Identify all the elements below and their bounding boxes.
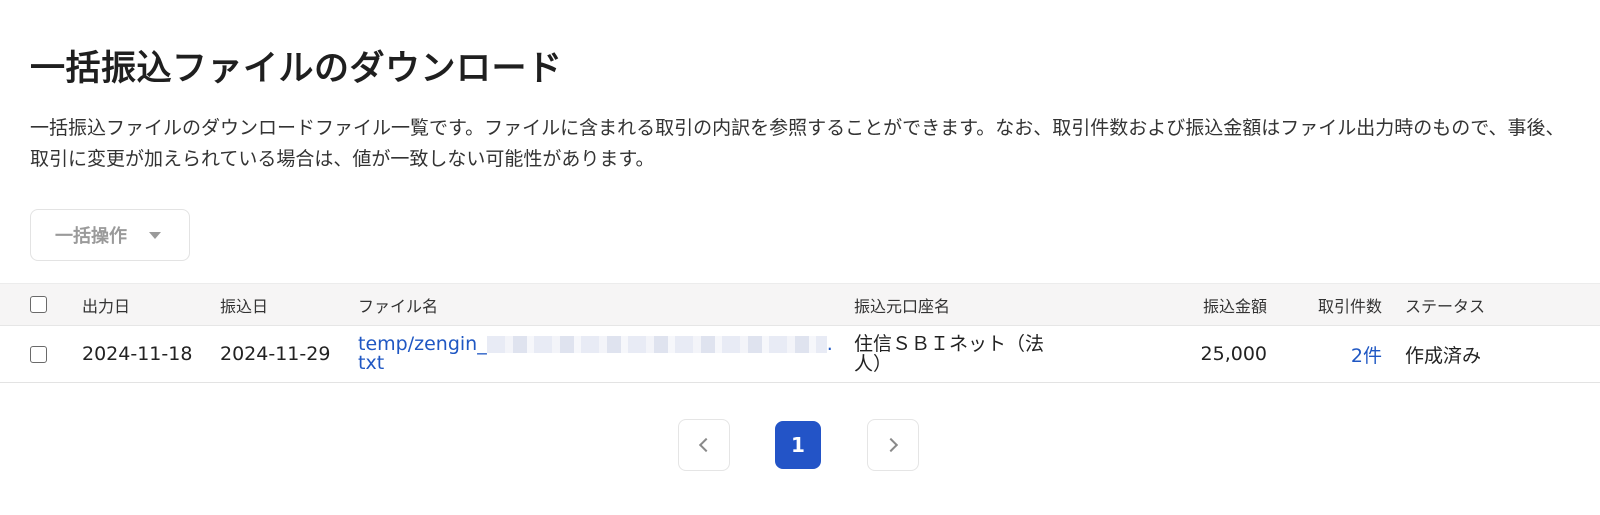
header-transfer-date[interactable]: 振込日 [220, 284, 268, 325]
caret-down-icon [149, 231, 161, 239]
source-account-cell: 住信ＳＢＩネット（法人） [854, 333, 1045, 375]
select-all-cell [30, 284, 47, 325]
chevron-left-icon [698, 437, 714, 453]
next-page-button[interactable] [867, 419, 919, 471]
status-cell: 作成済み [1405, 344, 1482, 367]
transaction-count-link[interactable]: 2件 [1351, 341, 1382, 368]
previous-page-button[interactable] [678, 419, 730, 471]
bulk-action-label: 一括操作 [55, 226, 127, 247]
bulk-action-dropdown[interactable]: 一括操作 [30, 209, 190, 261]
count-cell: 2件 [1280, 326, 1382, 382]
amount-cell: 25,000 [1200, 343, 1267, 365]
file-table: 出力日 振込日 ファイル名 振込元口座名 振込金額 取引件数 ステータス 202… [0, 283, 1600, 383]
file-name-link[interactable]: temp/zengin_ .txt [358, 335, 838, 373]
table-header: 出力日 振込日 ファイル名 振込元口座名 振込金額 取引件数 ステータス [0, 283, 1600, 326]
header-file-name[interactable]: ファイル名 [358, 284, 438, 325]
page-1-button[interactable]: 1 [775, 421, 821, 469]
header-output-date[interactable]: 出力日 [82, 284, 130, 325]
output-date-cell: 2024-11-18 [82, 343, 193, 365]
file-name-cell: temp/zengin_ .txt [358, 326, 838, 382]
header-count[interactable]: 取引件数 [1280, 284, 1382, 325]
redacted-filename-part [486, 336, 827, 353]
select-all-checkbox[interactable] [30, 296, 47, 313]
transfer-date-cell: 2024-11-29 [220, 343, 331, 365]
pagination: 1 [0, 419, 1600, 471]
header-status[interactable]: ステータス [1405, 284, 1485, 325]
table-row: 2024-11-18 2024-11-29 temp/zengin_ .txt 住… [0, 326, 1600, 383]
page-title: 一括振込ファイルのダウンロード [30, 49, 563, 89]
header-source-account[interactable]: 振込元口座名 [854, 284, 950, 325]
header-amount[interactable]: 振込金額 [1120, 284, 1267, 325]
row-checkbox[interactable] [30, 345, 47, 363]
page-description: 一括振込ファイルのダウンロードファイル一覧です。ファイルに含まれる取引の内訳を参… [30, 117, 1565, 170]
row-select-cell [30, 326, 47, 382]
chevron-right-icon [883, 437, 899, 453]
